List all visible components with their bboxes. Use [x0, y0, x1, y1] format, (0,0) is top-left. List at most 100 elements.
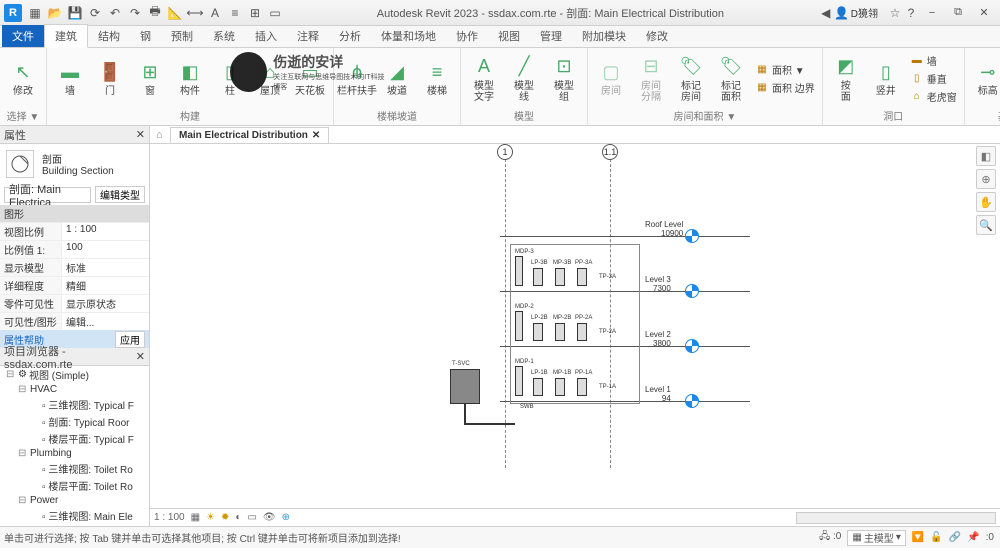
detail-icon[interactable]: ▦	[191, 512, 200, 523]
pan-icon[interactable]: ✋	[976, 192, 996, 212]
select-pinned-icon[interactable]: 📌	[967, 532, 979, 543]
print-icon[interactable]: 🖶	[148, 6, 162, 20]
tab-structure[interactable]: 结构	[88, 25, 130, 47]
save2-icon[interactable]: 💾	[68, 6, 82, 20]
wall-opening-button[interactable]: ▬墙	[907, 52, 960, 69]
browser-item[interactable]: ▫ 楼层平面: Toilet Ro	[0, 477, 149, 494]
tab-view[interactable]: 视图	[488, 25, 530, 47]
tab-massing[interactable]: 体量和场地	[371, 25, 446, 47]
filter-icon[interactable]: 🔽	[912, 532, 924, 543]
sunpath-icon[interactable]: ✹	[221, 512, 229, 523]
property-row[interactable]: 详细程度精细	[0, 276, 149, 294]
close-hidden-icon[interactable]: ⊞	[248, 6, 262, 20]
edit-type-button[interactable]: 编辑类型	[95, 186, 145, 203]
signin-icon[interactable]: 👤	[835, 6, 849, 20]
favorites-icon[interactable]: ☆	[888, 6, 902, 20]
measure-icon[interactable]: 📐	[168, 6, 182, 20]
dim-icon[interactable]: ⟷	[188, 6, 202, 20]
minimize-button[interactable]: −	[920, 4, 944, 22]
browser-hvac[interactable]: ⊟HVAC	[0, 383, 149, 396]
thin-icon[interactable]: ≡	[228, 6, 242, 20]
tab-modify[interactable]: 修改	[636, 25, 678, 47]
tab-file[interactable]: 文件	[2, 25, 44, 47]
tagarea-button[interactable]: 🏷标记 面积	[712, 50, 750, 107]
modelline-button[interactable]: ╱模型 线	[505, 50, 543, 107]
drawing-canvas[interactable]: 1 1.1 Roof Level10900Level 37300Level 23…	[150, 144, 1000, 508]
text-icon[interactable]: A	[208, 6, 222, 20]
close-button[interactable]: ✕	[972, 4, 996, 22]
column-button[interactable]: ▯柱	[211, 50, 249, 107]
workset-combo[interactable]: ▦ 主模型 ▾	[847, 530, 905, 546]
wall-button[interactable]: ▬墙	[51, 50, 89, 107]
byface-button[interactable]: ◩按 面	[827, 50, 865, 107]
home-icon[interactable]: ⌂	[156, 129, 170, 141]
browser-plumbing[interactable]: ⊟Plumbing	[0, 447, 149, 460]
undo-icon[interactable]: ↶	[108, 6, 122, 20]
browser-root[interactable]: ⊟⚙ 视图 (Simple)	[0, 366, 149, 383]
shaft-button[interactable]: ▯竖井	[867, 50, 905, 107]
browser-item[interactable]: ▫ 三维视图: Main Ele	[0, 507, 149, 524]
window-button[interactable]: ⊞窗	[131, 50, 169, 107]
view-tab[interactable]: Main Electrical Distribution✕	[170, 127, 329, 143]
type-selector[interactable]: 剖面: Main Electrica	[4, 187, 91, 203]
modeltext-button[interactable]: A模型 文字	[465, 50, 503, 107]
stair-button[interactable]: ≡楼梯	[418, 50, 456, 107]
component-button[interactable]: ◧构件	[171, 50, 209, 107]
tab-annotate[interactable]: 注释	[287, 25, 329, 47]
close-icon[interactable]: ✕	[136, 128, 145, 141]
tab-architecture[interactable]: 建筑	[44, 24, 88, 48]
tab-addins[interactable]: 附加模块	[572, 25, 636, 47]
areaboundary-button[interactable]: ▦面积 边界	[752, 79, 818, 96]
close-icon[interactable]: ✕	[312, 130, 320, 141]
redo-icon[interactable]: ↷	[128, 6, 142, 20]
level-button[interactable]: ⊸标高	[969, 50, 1000, 107]
close-icon[interactable]: ✕	[136, 350, 145, 363]
sync-icon[interactable]: ⟳	[88, 6, 102, 20]
hide-icon[interactable]: 👁	[263, 512, 276, 523]
tab-steel[interactable]: 钢	[130, 25, 161, 47]
shadow-icon[interactable]: ◐	[235, 512, 241, 523]
help-icon[interactable]: ?	[904, 6, 918, 20]
roof-button[interactable]: ⌂屋顶	[251, 50, 289, 107]
scrollbar[interactable]	[796, 512, 996, 524]
tab-manage[interactable]: 管理	[530, 25, 572, 47]
editable-icon[interactable]: 🔓	[930, 532, 942, 543]
tab-precast[interactable]: 预制	[161, 25, 203, 47]
visual-style-icon[interactable]: ☀	[206, 512, 215, 523]
browser-item[interactable]: ▫ 三维视图: Toilet Ro	[0, 460, 149, 477]
roomsep-button[interactable]: ⊟房间 分隔	[632, 50, 670, 107]
modelgroup-button[interactable]: ⊡模型 组	[545, 50, 583, 107]
property-row[interactable]: 视图比例1 : 100	[0, 222, 149, 240]
save-icon[interactable]: ▦	[28, 6, 42, 20]
tab-collaborate[interactable]: 协作	[446, 25, 488, 47]
switch-icon[interactable]: ▭	[268, 6, 282, 20]
browser-item[interactable]: ▫ 楼层平面: Typical F	[0, 430, 149, 447]
crop-icon[interactable]: ▭	[247, 512, 256, 523]
modify-button[interactable]: ↖修改	[4, 50, 42, 107]
browser-item[interactable]: ▫ 剖面: Main Elect	[0, 524, 149, 526]
browser-item[interactable]: ▫ 三维视图: Typical F	[0, 396, 149, 413]
property-row[interactable]: 显示模型标准	[0, 258, 149, 276]
property-row[interactable]: 比例值 1:100	[0, 240, 149, 258]
property-row[interactable]: 零件可见性显示原状态	[0, 294, 149, 312]
vertical-button[interactable]: ▯垂直	[907, 70, 960, 87]
area-button[interactable]: ▦面积 ▼	[752, 61, 818, 78]
search-icon[interactable]: ◀	[819, 6, 833, 20]
viewcube-icon[interactable]: ◧	[976, 146, 996, 166]
scale-display[interactable]: 1 : 100	[154, 512, 185, 523]
tagroom-button[interactable]: 🏷标记 房间	[672, 50, 710, 107]
property-row[interactable]: 可见性/图形编辑...	[0, 312, 149, 330]
ceiling-button[interactable]: ▭天花板	[291, 50, 329, 107]
door-button[interactable]: 🚪门	[91, 50, 129, 107]
browser-power[interactable]: ⊟Power	[0, 494, 149, 507]
dormer-button[interactable]: ⌂老虎窗	[907, 88, 960, 105]
tab-system[interactable]: 系统	[203, 25, 245, 47]
ramp-button[interactable]: ◢坡道	[378, 50, 416, 107]
tab-insert[interactable]: 插入	[245, 25, 287, 47]
select-links-icon[interactable]: 🔗	[949, 532, 961, 543]
zoom-icon[interactable]: 🔍	[976, 215, 996, 235]
steering-icon[interactable]: ⊕	[976, 169, 996, 189]
room-button[interactable]: ▢房间	[592, 50, 630, 107]
reveal-icon[interactable]: ⊕	[282, 512, 290, 523]
tab-analyze[interactable]: 分析	[329, 25, 371, 47]
